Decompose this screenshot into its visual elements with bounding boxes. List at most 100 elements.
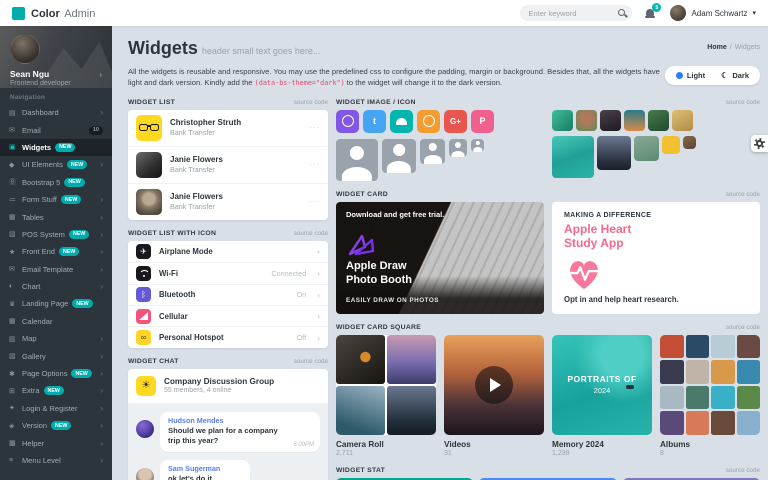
instagram-icon[interactable] [336, 110, 359, 133]
sidebar-item-form-stuff[interactable]: ≔ Form Stuff NEW › [0, 191, 112, 208]
chevron-right-icon: › [317, 311, 320, 321]
dashboard-icon: ▤ [9, 109, 22, 117]
chevron-right-icon: › [100, 265, 103, 274]
sidebar-item-label: Dashboard [22, 108, 59, 117]
chat-group-header[interactable]: ☀ Company Discussion Group55 members, 4 … [128, 369, 328, 403]
list-item-name: Janie Flowers [170, 155, 301, 164]
more-options-icon[interactable]: ··· [309, 197, 320, 206]
helper-icon: ▩ [9, 439, 22, 447]
card-camera-roll[interactable]: Camera Roll 2,711 [336, 335, 436, 457]
sidebar-item-helper[interactable]: ▩ Helper › [0, 434, 112, 451]
chevron-right-icon: › [100, 160, 103, 169]
sidebar-item-ui-elements[interactable]: ◆ UI Elements NEW › [0, 156, 112, 173]
dribbble-icon[interactable] [417, 110, 440, 133]
card-videos[interactable]: Videos 31 [444, 335, 544, 457]
source-code-link[interactable]: source code [294, 358, 328, 365]
pinterest-icon[interactable]: P [471, 110, 494, 133]
list-item[interactable]: Janie FlowersBank Transfer ··· [128, 146, 328, 183]
list-item[interactable]: Christopher StruthBank Transfer ··· [128, 110, 328, 146]
sidebar-item-bootstrap5[interactable]: Ⓑ Bootstrap 5 NEW [0, 174, 112, 191]
list-item-airplane-mode[interactable]: ✈ Airplane Mode › [128, 241, 328, 262]
more-options-icon[interactable]: ··· [309, 160, 320, 169]
widget-list-icon-panel: ✈ Airplane Mode › Wi-Fi Connected › ᛒ Bl… [128, 241, 328, 348]
sidebar-item-label: Version [22, 421, 47, 430]
more-options-icon[interactable]: ··· [309, 123, 320, 132]
brand-name-bold: Color [31, 8, 60, 20]
breadcrumb-home[interactable]: Home [707, 44, 726, 51]
source-code-link[interactable]: source code [726, 191, 760, 198]
brand-logo-icon [12, 7, 25, 20]
sidebar-item-email-template[interactable]: ✉ Email Template › [0, 261, 112, 278]
chat-message: Sam Sugerman ok let's do it 6:01PM [136, 460, 320, 480]
profile-avatar [10, 34, 40, 64]
user-menu[interactable]: Adam Schwartz ▾ [670, 5, 756, 21]
sidebar-item-menu-level[interactable]: ≡ Menu Level › [0, 452, 112, 469]
light-theme-button[interactable]: Light [669, 69, 712, 82]
section-title-widget-list-icon: WIDGET LIST WITH ICON [128, 230, 216, 237]
profile-name: Sean Ngu [10, 69, 49, 79]
chevron-right-icon: › [317, 246, 320, 256]
card-albums[interactable]: Albums 8 [660, 335, 760, 457]
sidebar-item-landing-page[interactable]: ♛ Landing Page NEW [0, 295, 112, 312]
source-code-link[interactable]: source code [726, 467, 760, 474]
notifications-button[interactable]: 5 [644, 5, 658, 21]
sidebar-item-front-end[interactable]: ★ Front End NEW › [0, 243, 112, 260]
photo-thumbnail [648, 110, 669, 131]
avatar [136, 189, 162, 215]
sidebar-item-tables[interactable]: ▦ Tables › [0, 208, 112, 225]
sidebar-item-version[interactable]: ◈ Version NEW › [0, 417, 112, 434]
avatar-placeholder [449, 139, 467, 157]
google-plus-icon[interactable]: G+ [444, 110, 467, 133]
brand[interactable]: Color Admin [12, 4, 95, 22]
sidebar-item-extra[interactable]: ⊞ Extra NEW › [0, 382, 112, 399]
widget-card-square-section: Camera Roll 2,711 Videos 31 PORTRAITS OF… [336, 335, 760, 457]
android-icon[interactable] [390, 110, 413, 133]
sidebar-item-calendar[interactable]: ▦ Calendar [0, 313, 112, 330]
gem-icon: ◆ [9, 161, 22, 169]
sidebar-item-widgets[interactable]: ▣ Widgets NEW [0, 139, 112, 156]
sidebar-item-email[interactable]: ✉ Email 10 [0, 121, 112, 138]
list-item-cellular[interactable]: Cellular › [128, 305, 328, 326]
heart-card[interactable]: MAKING A DIFFERENCE Apple HeartStudy App… [552, 202, 760, 314]
source-code-link[interactable]: source code [726, 99, 760, 106]
list-item[interactable]: Janie FlowersBank Transfer ··· [128, 183, 328, 220]
sidebar-item-login-register[interactable]: ✦ Login & Register › [0, 400, 112, 417]
sidebar-item-chart[interactable]: ◐ Chart › [0, 278, 112, 295]
search-box[interactable] [520, 5, 632, 21]
sidebar-profile[interactable]: Sean Ngu › Frontend developer [0, 26, 112, 88]
sidebar-item-pos-system[interactable]: ▨ POS System NEW › [0, 226, 112, 243]
theme-settings-button[interactable] [751, 135, 768, 152]
chevron-right-icon: › [317, 333, 320, 343]
list-item-bluetooth[interactable]: ᛒ Bluetooth On › [128, 284, 328, 305]
chevron-right-icon: › [100, 404, 103, 413]
dark-theme-button[interactable]: ☾Dark [714, 69, 756, 82]
pos-icon: ▨ [9, 230, 22, 238]
list-item-personal-hotspot[interactable]: ∞ Personal Hotspot Off › [128, 326, 328, 347]
sidebar-item-label: Front End [22, 247, 55, 256]
card-label: Albums [660, 440, 760, 449]
twitter-icon[interactable]: t [363, 110, 386, 133]
source-code-link[interactable]: source code [294, 99, 328, 106]
setting-status: Off [297, 333, 306, 342]
source-code-link[interactable]: source code [726, 324, 760, 331]
new-badge: NEW [71, 369, 91, 378]
promo-card[interactable]: Download and get free trial. Apple DrawP… [336, 202, 544, 314]
sidebar-item-dashboard[interactable]: ▤ Dashboard › [0, 104, 112, 121]
chevron-right-icon: › [100, 369, 103, 378]
sidebar-item-page-options[interactable]: ✱ Page Options NEW › [0, 365, 112, 382]
search-input[interactable] [528, 9, 618, 18]
bootstrap-icon: Ⓑ [9, 177, 22, 187]
card-label: Memory 2024 [552, 440, 652, 449]
new-badge: NEW [59, 247, 79, 256]
play-icon[interactable] [475, 366, 513, 404]
codepen-icon: ◈ [9, 422, 22, 430]
sidebar-item-map[interactable]: ▥ Map › [0, 330, 112, 347]
avatar [136, 468, 154, 480]
card-memory-2024[interactable]: PORTRAITS OF 2024 Memory 2024 1,239 [552, 335, 652, 457]
sidebar-item-gallery[interactable]: ▧ Gallery › [0, 347, 112, 364]
source-code-link[interactable]: source code [294, 230, 328, 237]
setting-status: On [297, 290, 307, 299]
search-icon[interactable] [618, 8, 624, 18]
sidebar-item-label: Gallery [22, 352, 46, 361]
list-item-wifi[interactable]: Wi-Fi Connected › [128, 262, 328, 283]
